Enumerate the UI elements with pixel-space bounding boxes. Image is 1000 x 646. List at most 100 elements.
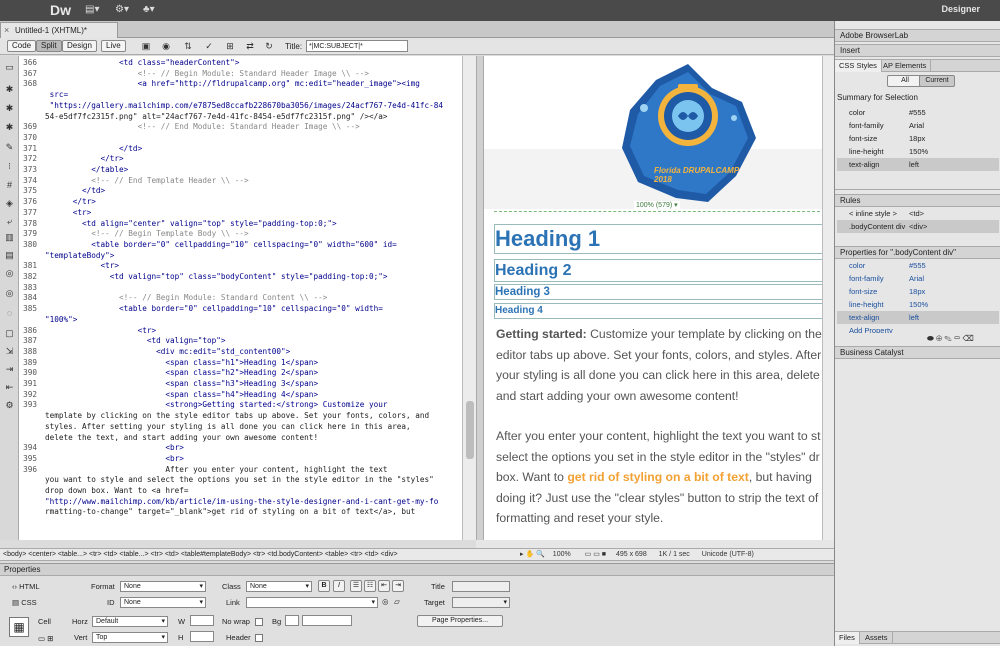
code-line[interactable]: 54-e5df7fc2315f.png" alt="24acf767-7e4d-…	[19, 112, 462, 122]
code-line[interactable]: 368 <a href="http://fldrupalcamp.org" mc…	[19, 79, 462, 89]
code-line[interactable]: 370	[19, 133, 462, 143]
code-view[interactable]: 366 <td class="headerContent"> 367 <!-- /…	[19, 56, 462, 540]
outdent-icon[interactable]: ⇤	[378, 580, 390, 592]
multiscreen-icon[interactable]: ▣	[140, 41, 152, 52]
code-scrollbar-thumb[interactable]	[466, 401, 474, 459]
page-properties-button[interactable]: Page Properties...	[417, 615, 503, 627]
nowrap-checkbox[interactable]	[255, 618, 263, 626]
paragraph-1[interactable]: Getting started: Customize your template…	[496, 324, 822, 406]
summary-row[interactable]: font-size 18px	[837, 132, 999, 145]
code-line[interactable]: 378 <td align="center" valign="top" styl…	[19, 219, 462, 229]
apply-comment-icon[interactable]: ◎	[4, 268, 15, 279]
collapse-tag-icon[interactable]: ✱	[4, 84, 15, 95]
summary-row[interactable]: line-height 150%	[837, 145, 999, 158]
code-line[interactable]: 377 <tr>	[19, 208, 462, 218]
code-line[interactable]: 389 <span class="h1">Heading 1</span>	[19, 358, 462, 368]
design-view[interactable]: Florida DRUPALCAMP 2018 100% (579) ▾ Hea…	[484, 56, 822, 540]
code-line[interactable]: drop down box. Want to <a href=	[19, 486, 462, 496]
css-mode-button[interactable]: ▤ CSS	[12, 598, 37, 607]
title-input[interactable]: *|MC:SUBJECT|*	[306, 40, 408, 52]
code-line[interactable]: 395 <br>	[19, 454, 462, 464]
code-line[interactable]: 383	[19, 283, 462, 293]
auto-indent-icon[interactable]: ▤	[4, 250, 15, 261]
remove-comment-icon[interactable]: ◎	[4, 288, 15, 299]
tab-ap-elements[interactable]: AP Elements	[879, 60, 932, 72]
format-select[interactable]: None	[120, 581, 206, 592]
css-property-row[interactable]: line-height 150%	[837, 298, 999, 311]
code-line[interactable]: 391 <span class="h3">Heading 3</span>	[19, 379, 462, 389]
collapse-selection-icon[interactable]: ✱	[4, 103, 15, 114]
bold-button[interactable]: B	[318, 580, 330, 592]
code-view-button[interactable]: Code	[7, 40, 37, 52]
summary-row[interactable]: text-align left	[837, 158, 999, 171]
code-line[interactable]: styles. After setting your styling is al…	[19, 422, 462, 432]
rule-row[interactable]: .bodyContent div <div>	[837, 220, 999, 233]
table-width-indicator[interactable]: 100% (579) ▾	[634, 201, 680, 209]
zoom-level[interactable]: 100%	[553, 551, 571, 558]
code-line[interactable]: template by clicking on the style editor…	[19, 411, 462, 421]
code-line[interactable]: 371 </td>	[19, 144, 462, 154]
recent-snippets-icon[interactable]: ▢	[4, 328, 15, 339]
code-line[interactable]: "http://www.mailchimp.com/kb/article/im-…	[19, 497, 462, 507]
live-view-button[interactable]: Live	[101, 40, 126, 52]
code-line[interactable]: 381 <tr>	[19, 261, 462, 271]
summary-row[interactable]: color #555	[837, 106, 999, 119]
word-wrap-icon[interactable]: ⤶	[4, 216, 15, 227]
outdent-icon[interactable]: ⇤	[4, 382, 15, 393]
current-mode-button[interactable]: Current	[919, 75, 955, 87]
code-line[interactable]: 387 <td valign="top">	[19, 336, 462, 346]
rule-row[interactable]: < inline style > <td>	[837, 207, 999, 220]
width-input[interactable]	[190, 615, 214, 626]
insert-panel-header[interactable]: Insert	[835, 44, 1000, 57]
workspace-switcher[interactable]: Designer	[941, 4, 980, 14]
preview-icon[interactable]: ◉	[160, 41, 172, 52]
window-size-icon[interactable]: ▭ ▭ ■	[585, 551, 606, 558]
format-source-icon[interactable]: ⚙	[4, 400, 15, 411]
tab-files[interactable]: Files	[835, 632, 860, 644]
browserlab-panel-header[interactable]: Adobe BrowserLab	[835, 29, 1000, 42]
heading-3[interactable]: Heading 3	[494, 284, 822, 300]
heading-1[interactable]: Heading 1	[494, 224, 822, 254]
merge-cells-icon[interactable]: ▭ ⊞	[38, 634, 53, 643]
all-mode-button[interactable]: All	[887, 75, 923, 87]
check-browser-icon[interactable]: ✓	[203, 41, 215, 52]
unordered-list-icon[interactable]: ☰	[350, 580, 362, 592]
browse-folder-icon[interactable]: ▱	[394, 597, 400, 606]
tab-css-styles[interactable]: CSS Styles	[835, 60, 882, 72]
target-select[interactable]	[452, 597, 510, 608]
code-line[interactable]: "templateBody">	[19, 251, 462, 261]
heading-2[interactable]: Heading 2	[494, 259, 822, 282]
vert-select[interactable]: Top	[92, 632, 168, 643]
code-line[interactable]: 369 <!-- // End Module: Standard Header …	[19, 122, 462, 132]
code-line[interactable]: "https://gallery.mailchimp.com/e7875ed8c…	[19, 101, 462, 111]
design-scrollbar[interactable]	[822, 56, 834, 540]
code-line[interactable]: 366 <td class="headerContent">	[19, 58, 462, 68]
refresh-design-icon[interactable]: ⇄	[244, 41, 256, 52]
refresh-icon[interactable]: ↻	[263, 41, 275, 52]
select-parent-tag-icon[interactable]: ✎	[4, 142, 15, 153]
tab-assets[interactable]: Assets	[861, 632, 893, 644]
code-line[interactable]: 382 <td valign="top" class="bodyContent"…	[19, 272, 462, 282]
close-icon[interactable]: ×	[4, 25, 9, 35]
css-property-row[interactable]: font-size 18px	[837, 285, 999, 298]
business-catalyst-header[interactable]: Business Catalyst	[835, 346, 1000, 359]
paragraph-2[interactable]: After you enter your content, highlight …	[496, 426, 822, 529]
summary-row[interactable]: font-family Arial	[837, 119, 999, 132]
indent-icon[interactable]: ⇥	[392, 580, 404, 592]
document-tab[interactable]: × Untitled-1 (XHTML)*	[0, 22, 118, 38]
highlight-invalid-icon[interactable]: ◈	[4, 198, 15, 209]
layout-menu-icon[interactable]: ▤▾	[85, 4, 99, 15]
css-property-row[interactable]: Add Property	[837, 324, 999, 333]
css-panel-actions-icon[interactable]: ⬬ ⊕ ✎ ▭ ⌫	[927, 334, 974, 344]
balance-braces-icon[interactable]: ⁝	[4, 161, 15, 172]
code-line[interactable]: 375 </td>	[19, 186, 462, 196]
split-divider[interactable]	[476, 56, 484, 540]
italic-button[interactable]: I	[333, 580, 345, 592]
code-line[interactable]: 396 After you enter your content, highli…	[19, 465, 462, 475]
code-line[interactable]: 388 <div mc:edit="std_content00">	[19, 347, 462, 357]
code-line[interactable]: "100%">	[19, 315, 462, 325]
height-input[interactable]	[190, 631, 214, 642]
heading-4[interactable]: Heading 4	[494, 303, 822, 319]
code-line[interactable]: 380 <table border="0" cellpadding="10" c…	[19, 240, 462, 250]
move-css-icon[interactable]: ⇲	[4, 346, 15, 357]
